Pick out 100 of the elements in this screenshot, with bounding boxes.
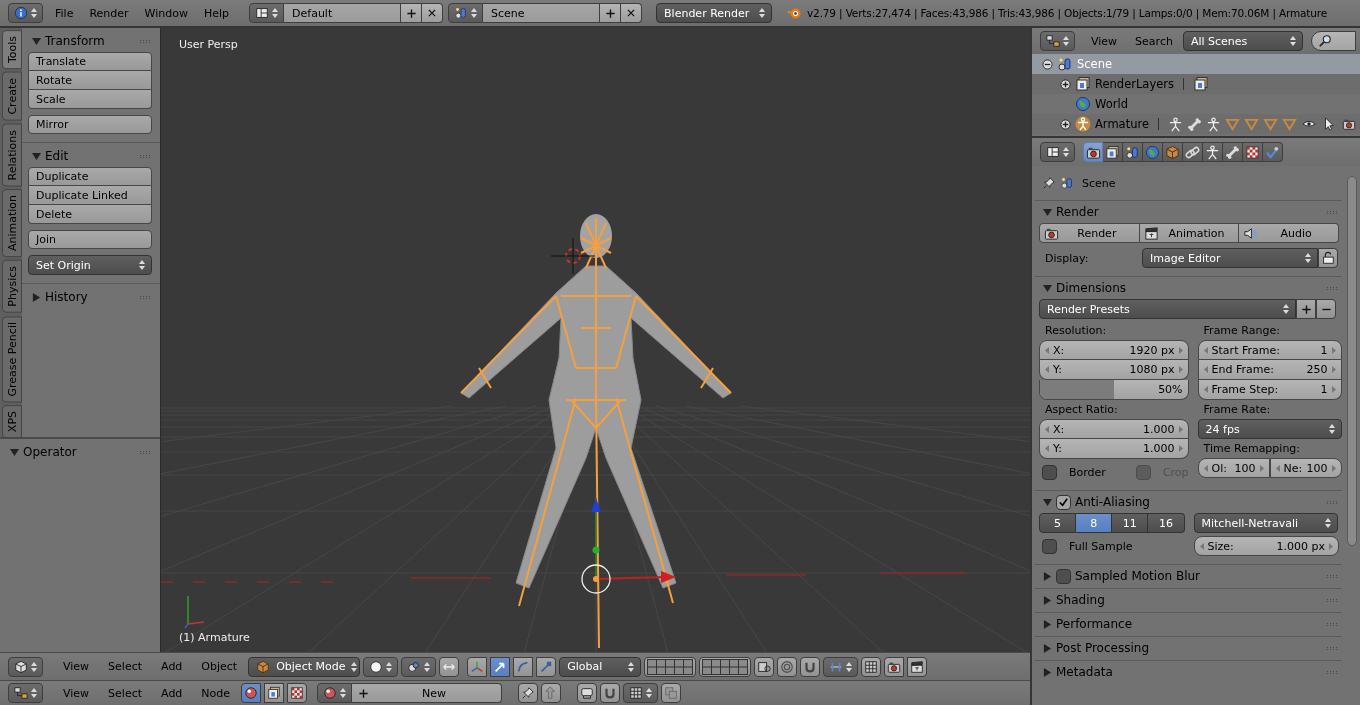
context-tab[interactable] bbox=[1223, 142, 1243, 162]
orientation-dropdown[interactable]: Global bbox=[559, 656, 642, 677]
sample-count-button[interactable]: 5 bbox=[1039, 513, 1077, 533]
panel-title[interactable]: Post Processing bbox=[1056, 641, 1322, 655]
snap-element-dropdown[interactable] bbox=[823, 656, 859, 677]
lock-button[interactable] bbox=[1318, 248, 1338, 268]
panel-title[interactable]: Render bbox=[1056, 205, 1322, 219]
render-still-button[interactable] bbox=[884, 656, 905, 677]
scene-field[interactable]: Scene bbox=[483, 3, 601, 23]
checkbox[interactable] bbox=[1042, 538, 1057, 554]
menu-item[interactable]: Add bbox=[153, 686, 191, 700]
checkbox[interactable] bbox=[1042, 464, 1057, 480]
rotate-button[interactable] bbox=[513, 656, 534, 677]
tool-button[interactable]: Join bbox=[28, 230, 152, 249]
tool-button[interactable]: Delete bbox=[28, 205, 152, 224]
texture-nodes-button[interactable] bbox=[287, 683, 308, 703]
panel-title[interactable]: Shading bbox=[1056, 593, 1322, 607]
editor-type-dropdown[interactable] bbox=[8, 3, 43, 23]
menu-item[interactable]: Window bbox=[136, 6, 196, 20]
panel-title[interactable]: Metadata bbox=[1056, 665, 1322, 679]
axes-button[interactable] bbox=[467, 656, 488, 677]
menu-item[interactable]: View bbox=[1083, 34, 1126, 48]
tool-button[interactable]: Duplicate bbox=[28, 167, 152, 186]
pivot-dropdown[interactable] bbox=[401, 656, 437, 677]
panel-title[interactable]: Edit bbox=[45, 149, 135, 163]
panel-title[interactable]: History bbox=[45, 290, 135, 304]
tool-button[interactable]: Scale bbox=[28, 90, 152, 109]
panel-title[interactable]: Transform bbox=[45, 34, 135, 48]
delete-button[interactable] bbox=[422, 3, 444, 23]
menu-item[interactable]: Render bbox=[81, 6, 137, 20]
collapse-triangle-icon[interactable] bbox=[1043, 283, 1052, 293]
render-engine-dropdown[interactable]: Blender Render bbox=[656, 3, 773, 23]
pin-button[interactable] bbox=[518, 683, 539, 703]
expand-triangle-icon[interactable] bbox=[1043, 667, 1052, 677]
context-tab[interactable] bbox=[1083, 142, 1103, 162]
presets-dropdown[interactable]: Render Presets bbox=[1039, 299, 1296, 319]
scrollbar[interactable] bbox=[1347, 176, 1357, 546]
screen-layout-field[interactable]: Default bbox=[284, 3, 402, 23]
manipulator-toggle[interactable] bbox=[439, 656, 460, 677]
layout-dropdown[interactable] bbox=[249, 3, 285, 23]
checkbox[interactable] bbox=[1056, 568, 1071, 584]
expand-icon[interactable] bbox=[1060, 78, 1071, 90]
context-tab[interactable] bbox=[1183, 142, 1203, 162]
context-tab[interactable] bbox=[1263, 142, 1283, 162]
shelf-tab[interactable]: Grease Pencil bbox=[2, 315, 22, 403]
layers-button[interactable] bbox=[644, 656, 697, 677]
sample-count-button[interactable]: 16 bbox=[1148, 513, 1185, 533]
viewport[interactable]: User Persp (1) Armature bbox=[160, 28, 1030, 652]
tool-button[interactable]: Rotate bbox=[28, 71, 152, 90]
expand-triangle-icon[interactable] bbox=[1043, 643, 1052, 653]
menu-item[interactable]: Help bbox=[195, 6, 238, 20]
shading-dropdown[interactable] bbox=[363, 656, 399, 677]
render-animation-button[interactable] bbox=[907, 656, 928, 677]
delete-button[interactable] bbox=[621, 3, 643, 23]
editor-type-dropdown[interactable] bbox=[1040, 31, 1075, 51]
collapse-triangle-icon[interactable] bbox=[32, 36, 41, 46]
expand-icon[interactable] bbox=[1060, 118, 1071, 130]
collapse-triangle-icon[interactable] bbox=[1043, 497, 1052, 507]
context-tab[interactable] bbox=[1103, 142, 1123, 162]
sample-count-button[interactable]: 11 bbox=[1112, 513, 1149, 533]
remove-preset-button[interactable] bbox=[1316, 299, 1336, 319]
backdrop-button[interactable] bbox=[577, 683, 598, 703]
panel-title[interactable]: Performance bbox=[1056, 617, 1322, 631]
filter-dropdown[interactable]: Mitchell-Netravali bbox=[1193, 513, 1338, 533]
editor-type-dropdown[interactable] bbox=[1040, 142, 1075, 162]
menu-item[interactable]: File bbox=[47, 6, 82, 20]
tool-button[interactable]: Translate bbox=[28, 52, 152, 71]
menu-item[interactable]: Add bbox=[153, 660, 191, 673]
menu-item[interactable]: View bbox=[55, 660, 98, 673]
collapse-triangle-icon[interactable] bbox=[1043, 207, 1052, 217]
context-tab[interactable] bbox=[1243, 142, 1263, 162]
search-field[interactable] bbox=[1310, 31, 1356, 51]
new-material-button[interactable]: New bbox=[352, 683, 503, 703]
snap-element-dropdown[interactable] bbox=[623, 683, 659, 703]
menu-item[interactable]: Object bbox=[193, 660, 246, 673]
material-dropdown[interactable] bbox=[317, 683, 353, 703]
panel-title[interactable]: Dimensions bbox=[1056, 281, 1322, 295]
tool-button[interactable]: Duplicate Linked bbox=[28, 186, 152, 205]
shelf-tab[interactable]: Animation bbox=[2, 189, 22, 258]
collapse-triangle-icon[interactable] bbox=[32, 151, 41, 161]
tool-button[interactable]: Mirror bbox=[28, 115, 152, 134]
expand-triangle-icon[interactable] bbox=[1043, 571, 1052, 581]
snap-target-button[interactable] bbox=[861, 656, 882, 677]
editor-type-dropdown[interactable] bbox=[8, 656, 43, 677]
shelf-tab[interactable]: Create bbox=[2, 72, 22, 121]
scene-dropdown[interactable] bbox=[448, 3, 484, 23]
render-button[interactable]: Animation bbox=[1139, 223, 1240, 243]
shelf-tab[interactable]: Tools bbox=[2, 30, 22, 70]
snap-button[interactable] bbox=[600, 683, 621, 703]
compositing-button[interactable] bbox=[264, 683, 285, 703]
menu-item[interactable]: Select bbox=[100, 660, 151, 673]
lock-layers-button[interactable] bbox=[754, 656, 775, 677]
copy-button[interactable] bbox=[661, 683, 682, 703]
menu-item[interactable]: Search bbox=[1127, 34, 1181, 48]
expand-triangle-icon[interactable] bbox=[32, 292, 41, 302]
add-button[interactable] bbox=[600, 3, 622, 23]
translate-button[interactable] bbox=[490, 656, 511, 677]
panel-title[interactable]: Operator bbox=[23, 445, 135, 459]
menu-item[interactable]: Select bbox=[100, 686, 151, 700]
checkbox[interactable] bbox=[1056, 494, 1071, 510]
